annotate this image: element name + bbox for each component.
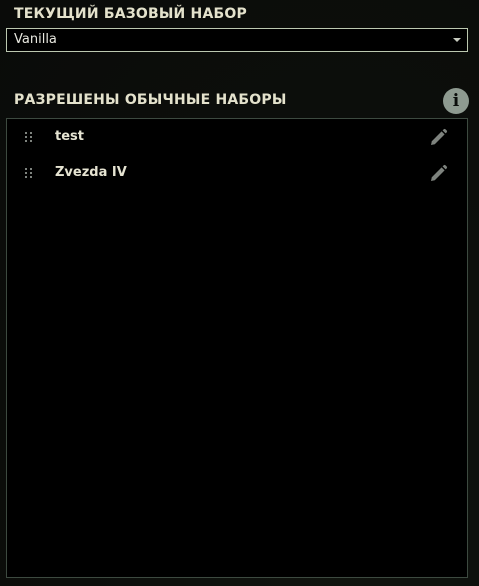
pencil-icon[interactable] — [428, 128, 448, 148]
list-item-label: test — [55, 129, 84, 144]
allowed-sets-list: test Zvezda IV — [6, 118, 468, 578]
pencil-icon[interactable] — [428, 164, 448, 184]
allowed-sets-title: РАЗРЕШЕНЫ ОБЫЧНЫЕ НАБОРЫ — [14, 92, 287, 108]
base-set-dropdown[interactable]: Vanilla — [6, 28, 468, 52]
current-base-set-title: ТЕКУЩИЙ БАЗОВЫЙ НАБОР — [14, 6, 247, 22]
list-item[interactable]: Zvezda IV — [7, 155, 467, 191]
list-item-label: Zvezda IV — [55, 165, 127, 180]
base-set-selected-value: Vanilla — [14, 32, 57, 47]
drag-handle-icon[interactable] — [25, 168, 32, 178]
chevron-down-icon — [453, 38, 461, 42]
info-icon[interactable]: i — [443, 88, 469, 114]
list-item[interactable]: test — [7, 119, 467, 155]
info-icon-glyph: i — [452, 91, 460, 111]
drag-handle-icon[interactable] — [25, 132, 32, 142]
